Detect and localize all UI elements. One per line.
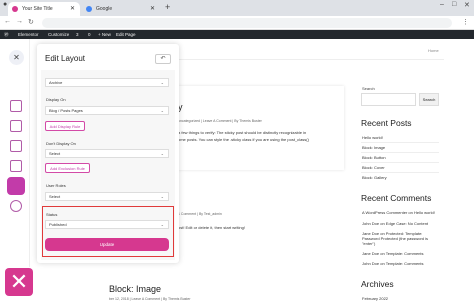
tab-your-site-title[interactable]: Your Site Title ✕ bbox=[8, 2, 80, 16]
display-on-select[interactable]: Blog / Posts Pages ⌄ bbox=[45, 106, 169, 115]
adminbar-elementor[interactable]: Elementor bbox=[18, 30, 39, 39]
tab-title: Your Site Title bbox=[22, 6, 53, 12]
recent-comment-item[interactable]: John Doe on Edge Case: No Content bbox=[362, 221, 428, 226]
search-button[interactable]: Search bbox=[419, 93, 439, 106]
dont-display-value: Select bbox=[49, 151, 61, 156]
archive-link[interactable]: February 2022 bbox=[362, 296, 388, 301]
recent-post-link[interactable]: Block: Cover bbox=[362, 165, 385, 170]
user-roles-label: User Roles bbox=[46, 183, 66, 188]
adminbar-new[interactable]: + New bbox=[98, 30, 111, 39]
recent-post-link[interactable]: Hello world! bbox=[362, 135, 383, 140]
dont-display-select[interactable]: Select ⌄ bbox=[45, 149, 169, 158]
search-input[interactable] bbox=[361, 93, 416, 106]
google-favicon-icon bbox=[86, 6, 92, 12]
footer-layout-icon[interactable] bbox=[10, 120, 22, 132]
new-tab-icon[interactable]: + bbox=[165, 2, 170, 12]
user-roles-value: Select bbox=[49, 194, 61, 199]
post-excerpt-line: ost! Edit or delete it, then start writi… bbox=[178, 225, 245, 230]
chevron-down-icon: ⌄ bbox=[160, 80, 164, 85]
layout-type-select[interactable]: Archive ⌄ bbox=[45, 78, 169, 87]
recent-post-link[interactable]: Block: Image bbox=[362, 145, 385, 150]
status-label: Status bbox=[46, 212, 58, 217]
recent-post-link[interactable]: Block: Gallery bbox=[362, 175, 387, 180]
divider bbox=[361, 142, 439, 143]
adminbar-updates[interactable]: 3 bbox=[76, 30, 79, 39]
single-layout-icon[interactable] bbox=[10, 140, 22, 152]
recent-posts-title: Recent Posts bbox=[361, 118, 412, 128]
chevron-down-icon: ⌄ bbox=[160, 194, 164, 199]
layout-type-value: Archive bbox=[49, 80, 63, 85]
address-bar-row: ← → ↻ ⋮ bbox=[0, 16, 474, 30]
adminbar-customize[interactable]: Customize bbox=[48, 30, 69, 39]
back-icon[interactable]: ← bbox=[4, 18, 11, 25]
adminbar-edit-page[interactable]: Edit Page bbox=[116, 30, 136, 39]
tab-title: Google bbox=[96, 6, 113, 12]
minimize-icon[interactable]: – bbox=[440, 1, 444, 8]
close-window-icon[interactable]: ✕ bbox=[464, 1, 470, 9]
search-label: Search bbox=[362, 86, 375, 91]
divider bbox=[361, 172, 439, 173]
recent-comment-item[interactable]: John Doe on Template: Comments bbox=[362, 261, 424, 266]
chevron-down-icon: ⌄ bbox=[160, 151, 164, 156]
post-title[interactable]: Block: Image bbox=[109, 284, 161, 294]
dont-display-label: Don't Display On bbox=[46, 141, 76, 146]
add-display-rule-button[interactable]: Add Display Rule bbox=[45, 121, 85, 131]
browser-menu-icon[interactable]: ⋮ bbox=[462, 18, 469, 26]
archives-title: Archives bbox=[361, 279, 394, 289]
close-tab-icon[interactable]: ✕ bbox=[150, 2, 155, 16]
archive-layout-icon[interactable] bbox=[10, 160, 22, 172]
recent-comment-item[interactable]: "enter") bbox=[362, 241, 375, 246]
recent-comments-title: Recent Comments bbox=[361, 193, 432, 203]
add-exclusion-rule-button[interactable]: Add Exclusion Rule bbox=[45, 163, 90, 173]
post-meta: ber 12, 2018 | Leave A Comment | By Them… bbox=[109, 297, 191, 301]
display-on-value: Blog / Posts Pages bbox=[49, 108, 83, 113]
edit-layout-icon[interactable] bbox=[7, 177, 25, 195]
wp-admin-bar: Ⓦ Elementor Customize 3 0 + New Edit Pag… bbox=[0, 30, 474, 39]
recent-comment-item[interactable]: Jane Doe on Template: Comments bbox=[362, 251, 424, 256]
user-roles-select[interactable]: Select ⌄ bbox=[45, 192, 169, 201]
post-excerpt-line: a few things to verify: The sticky post … bbox=[178, 130, 307, 135]
chevron-down-icon: ⌄ bbox=[160, 222, 164, 227]
adminbar-comments[interactable]: 0 bbox=[88, 30, 91, 39]
post-meta: 1 Comment | By Test_admin bbox=[178, 212, 222, 216]
display-on-label: Display On bbox=[46, 97, 66, 102]
browser-tab-bar: ● Your Site Title ✕ Google ✕ + – □ ✕ bbox=[0, 0, 474, 16]
tab-google[interactable]: Google ✕ bbox=[82, 2, 160, 16]
maximize-icon[interactable]: □ bbox=[452, 1, 456, 8]
builder-toolbar bbox=[0, 39, 30, 267]
undo-icon[interactable]: ↶ bbox=[155, 54, 171, 64]
recent-comment-item[interactable]: A WordPress Commenter on Hello world! bbox=[362, 210, 435, 215]
post-excerpt-line: ome posts. You can style the .sticky cla… bbox=[178, 137, 309, 142]
update-button[interactable]: Update bbox=[45, 238, 169, 251]
window-menu-icon[interactable]: ● bbox=[3, 1, 7, 8]
divider bbox=[361, 162, 439, 163]
reload-icon[interactable]: ↻ bbox=[28, 18, 34, 26]
header-layout-icon[interactable] bbox=[10, 100, 22, 112]
builder-logo-icon[interactable]: ✕ bbox=[5, 268, 33, 296]
sticky-post-card: y uncategorized | Leave A Comment | By T… bbox=[178, 86, 344, 170]
post-meta: uncategorized | Leave A Comment | By The… bbox=[178, 119, 262, 123]
close-icon[interactable]: ✕ bbox=[9, 50, 24, 65]
divider bbox=[361, 152, 439, 153]
status-value: Published bbox=[49, 222, 67, 227]
status-select[interactable]: Published ⌄ bbox=[45, 220, 169, 229]
chevron-down-icon: ⌄ bbox=[160, 108, 164, 113]
panel-title: Edit Layout bbox=[45, 54, 86, 63]
forward-icon[interactable]: → bbox=[16, 18, 23, 25]
settings-icon[interactable] bbox=[10, 200, 22, 212]
wp-logo-icon[interactable]: Ⓦ bbox=[4, 30, 9, 39]
recent-post-link[interactable]: Block: Button bbox=[362, 155, 386, 160]
close-tab-icon[interactable]: ✕ bbox=[70, 2, 75, 16]
breadcrumb[interactable]: Home bbox=[428, 48, 439, 53]
site-favicon-icon bbox=[12, 6, 18, 12]
address-input[interactable] bbox=[42, 18, 452, 28]
